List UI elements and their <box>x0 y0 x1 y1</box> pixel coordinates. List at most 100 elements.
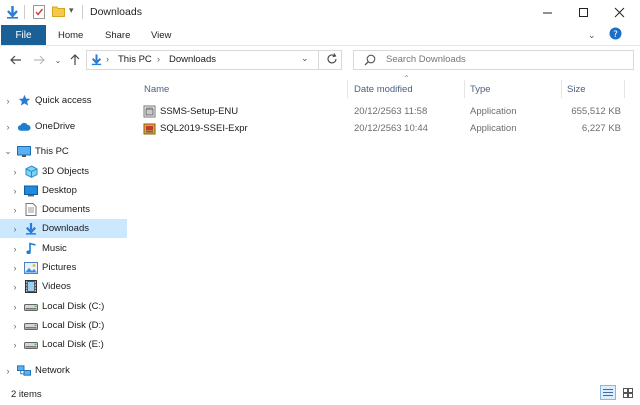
nav-documents[interactable]: › Documents <box>0 200 127 219</box>
window-title: Downloads <box>90 6 142 18</box>
nav-3d-objects[interactable]: › 3D Objects <box>0 162 127 181</box>
up-arrow-icon[interactable] <box>66 51 84 69</box>
expand-chevron-icon[interactable]: › <box>3 122 13 132</box>
nav-item-label: OneDrive <box>35 121 76 132</box>
expand-chevron-icon[interactable]: ⌄ <box>3 146 13 157</box>
customize-toolbar-icon[interactable]: ▾ <box>69 5 74 16</box>
tab-file[interactable]: File <box>1 25 46 45</box>
large-icons-view-button[interactable] <box>620 385 636 400</box>
ribbon-bar <box>0 25 640 46</box>
address-dropdown-icon[interactable]: ⌄ <box>301 53 309 64</box>
divider <box>24 5 25 19</box>
expand-chevron-icon[interactable]: › <box>10 340 20 350</box>
breadcrumb-this-pc[interactable]: This PC <box>118 54 152 65</box>
expand-chevron-icon[interactable]: › <box>10 282 20 292</box>
pictures-icon <box>24 261 38 274</box>
star-icon <box>17 94 31 107</box>
file-date: 20/12/2563 11:58 <box>354 106 428 117</box>
expand-chevron-icon[interactable]: › <box>10 186 20 196</box>
file-name[interactable]: SSMS-Setup-ENU <box>160 103 238 120</box>
column-divider[interactable] <box>347 80 348 98</box>
back-arrow-icon[interactable] <box>7 51 25 69</box>
downloads-icon <box>24 222 38 235</box>
file-name[interactable]: SQL2019-SSEI-Expr <box>160 120 248 137</box>
new-folder-icon[interactable] <box>52 5 65 20</box>
details-view-button[interactable] <box>600 385 616 400</box>
file-date: 20/12/2563 10:44 <box>354 123 428 134</box>
nav-item-label: Local Disk (D:) <box>42 320 105 331</box>
nav-pictures[interactable]: › Pictures <box>0 258 127 277</box>
svg-text:?: ? <box>613 30 618 40</box>
nav-videos[interactable]: › Videos <box>0 277 127 296</box>
nav-downloads[interactable]: › Downloads <box>0 219 127 238</box>
nav-network[interactable]: › Network <box>0 361 127 380</box>
tab-view[interactable]: View <box>151 25 171 45</box>
expand-chevron-icon[interactable]: › <box>10 302 20 312</box>
nav-desktop[interactable]: › Desktop <box>0 181 127 200</box>
file-row[interactable]: SSMS-Setup-ENU 20/12/2563 11:58 Applicat… <box>140 103 630 120</box>
column-date-modified[interactable]: Date modified <box>354 80 413 98</box>
properties-icon[interactable] <box>33 5 45 22</box>
nav-music[interactable]: › Music <box>0 239 127 258</box>
drive-icon <box>24 300 38 313</box>
3d-cube-icon <box>24 165 38 178</box>
search-input[interactable]: Search Downloads <box>386 54 466 65</box>
help-icon[interactable]: ? <box>609 27 622 43</box>
breadcrumb-chevron-icon: › <box>106 54 109 64</box>
nav-local-disk-c[interactable]: › Local Disk (C:) <box>0 297 127 316</box>
downloads-icon <box>91 53 102 69</box>
forward-arrow-icon[interactable] <box>30 51 48 69</box>
column-divider[interactable] <box>624 80 625 98</box>
file-type: Application <box>470 123 517 134</box>
column-name[interactable]: Name <box>144 80 169 98</box>
tab-share[interactable]: Share <box>105 25 130 45</box>
search-icon <box>364 54 376 69</box>
nav-item-label: Downloads <box>42 223 89 234</box>
expand-chevron-icon[interactable]: › <box>3 96 13 106</box>
nav-item-label: Local Disk (C:) <box>42 301 105 312</box>
breadcrumb-downloads[interactable]: Downloads <box>169 54 216 65</box>
expand-chevron-icon[interactable]: › <box>10 244 20 254</box>
nav-onedrive[interactable]: › OneDrive <box>0 117 127 136</box>
expand-chevron-icon[interactable]: › <box>10 167 20 177</box>
nav-local-disk-e[interactable]: › Local Disk (E:) <box>0 335 127 354</box>
status-item-count: 2 items <box>11 389 42 400</box>
expand-chevron-icon[interactable]: › <box>3 366 13 376</box>
close-button[interactable] <box>596 0 640 25</box>
nav-item-label: Local Disk (E:) <box>42 339 104 350</box>
nav-item-label: Network <box>35 365 70 376</box>
drive-icon <box>24 319 38 332</box>
expand-chevron-icon[interactable]: › <box>10 224 20 234</box>
column-divider[interactable] <box>464 80 465 98</box>
column-size[interactable]: Size <box>567 80 585 98</box>
nav-item-label: 3D Objects <box>42 166 89 177</box>
computer-icon <box>17 145 31 158</box>
nav-item-label: This PC <box>35 146 69 157</box>
breadcrumb-chevron-icon: › <box>157 54 160 64</box>
sql-server-icon <box>143 120 156 137</box>
nav-item-label: Documents <box>42 204 91 215</box>
nav-item-label: Desktop <box>42 185 77 196</box>
expand-chevron-icon[interactable]: › <box>10 321 20 331</box>
nav-quick-access[interactable]: › Quick access <box>0 91 127 110</box>
cloud-icon <box>17 120 31 133</box>
column-divider[interactable] <box>561 80 562 98</box>
film-icon <box>24 280 38 293</box>
nav-this-pc[interactable]: ⌄ This PC <box>0 142 127 161</box>
expand-ribbon-icon[interactable]: ⌄ <box>588 30 596 41</box>
expand-chevron-icon[interactable]: › <box>10 263 20 273</box>
nav-local-disk-d[interactable]: › Local Disk (D:) <box>0 316 127 335</box>
tab-home[interactable]: Home <box>58 25 83 45</box>
recent-locations-icon[interactable]: ⌄ <box>49 51 67 69</box>
file-row[interactable]: SQL2019-SSEI-Expr 20/12/2563 10:44 Appli… <box>140 120 630 137</box>
expand-chevron-icon[interactable]: › <box>10 205 20 215</box>
installer-icon <box>143 103 156 120</box>
divider <box>82 5 83 19</box>
nav-item-label: Pictures <box>42 262 77 273</box>
nav-item-label: Quick access <box>35 95 92 106</box>
column-type[interactable]: Type <box>470 80 491 98</box>
downloads-icon <box>6 5 19 22</box>
desktop-icon <box>24 184 38 197</box>
nav-item-label: Music <box>42 243 67 254</box>
refresh-icon[interactable] <box>326 53 338 68</box>
